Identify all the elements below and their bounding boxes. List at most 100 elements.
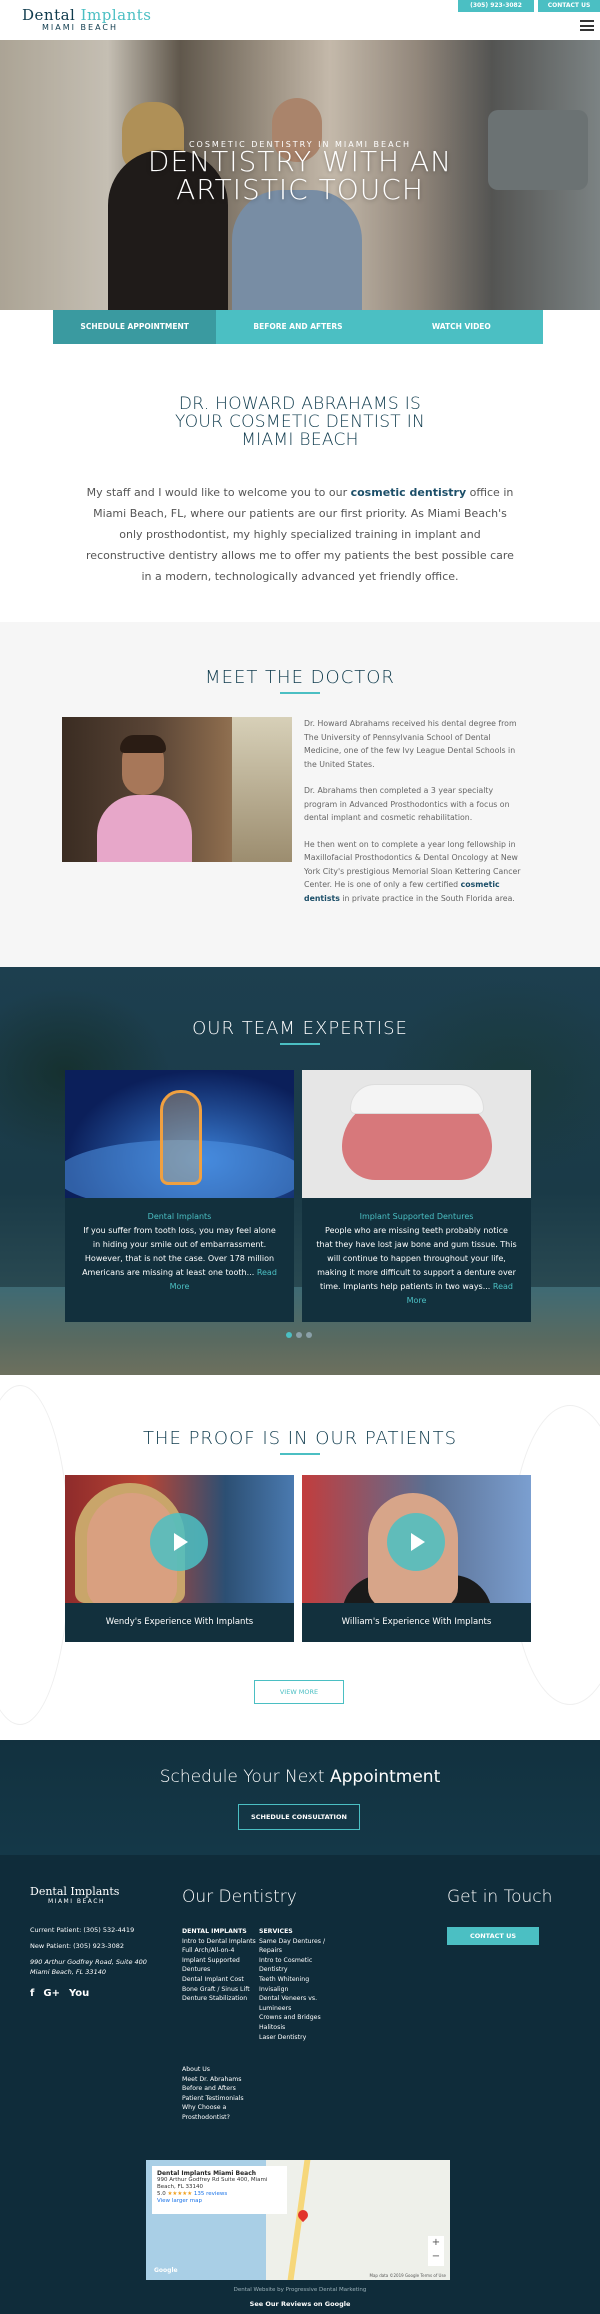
expertise-card-implant-dentures[interactable]: Implant Supported Dentures People who ar… bbox=[302, 1070, 531, 1322]
footer-link[interactable]: Full Arch/All-on-4 bbox=[182, 1946, 257, 1956]
map-rating: 5.0 ★★★★★ 135 reviews bbox=[157, 2191, 282, 2198]
hero-button-bar: SCHEDULE APPOINTMENT BEFORE AND AFTERS W… bbox=[53, 310, 543, 344]
hero-title: DENTISTRY WITH AN ARTISTIC TOUCH bbox=[0, 148, 600, 204]
footer-link[interactable]: Crowns and Bridges bbox=[259, 2013, 334, 2023]
footer-link[interactable]: Laser Dentistry bbox=[259, 2033, 334, 2043]
schedule-appointment-button[interactable]: SCHEDULE APPOINTMENT bbox=[53, 310, 217, 344]
footer-link[interactable]: Same Day Dentures / Repairs bbox=[259, 1937, 334, 1956]
footer-link[interactable]: Halitosis bbox=[259, 2023, 334, 2033]
doctor-photo bbox=[62, 717, 292, 862]
title-divider bbox=[280, 1453, 320, 1455]
footer-contact-info: Current Patient: (305) 532-4419 New Pati… bbox=[30, 1925, 150, 1983]
website-credit[interactable]: Dental Website by Progressive Dental Mar… bbox=[0, 2287, 600, 2293]
about-links: About Us Meet Dr. Abrahams Before and Af… bbox=[182, 2065, 262, 2123]
carousel-dot[interactable] bbox=[296, 1332, 302, 1338]
logo-word-dental: Dental bbox=[22, 6, 76, 24]
map-info-box: Dental Implants Miami Beach 990 Arthur G… bbox=[152, 2166, 287, 2214]
footer-contact-button[interactable]: CONTACT US bbox=[447, 1927, 539, 1945]
site-logo[interactable]: Dental Implants MIAMI BEACH bbox=[22, 6, 152, 32]
meet-title: MEET THE DOCTOR bbox=[205, 667, 395, 688]
address-line1: 990 Arthur Godfrey Road, Suite 400 bbox=[30, 1958, 147, 1966]
google-logo: Google bbox=[154, 2267, 178, 2274]
footer-link[interactable]: Teeth Whitening bbox=[259, 1975, 334, 1985]
footer-link[interactable]: Before and Afters bbox=[182, 2084, 262, 2094]
footer-link[interactable]: Invisalign bbox=[259, 1985, 334, 1995]
footer-link[interactable]: Implant Supported Dentures bbox=[182, 1956, 257, 1975]
doctor-bio: Dr. Howard Abrahams received his dental … bbox=[304, 717, 524, 918]
intro-title-line3: MIAMI BEACH bbox=[241, 430, 359, 450]
dental-implants-heading[interactable]: DENTAL IMPLANTS bbox=[182, 1927, 257, 1937]
google-reviews-link[interactable]: See Our Reviews on Google bbox=[0, 2300, 600, 2308]
map-rating-value: 5.0 bbox=[157, 2191, 166, 2197]
footer-link[interactable]: Intro to Dental Implants bbox=[182, 1937, 257, 1947]
footer-link[interactable]: Dental Implant Cost bbox=[182, 1975, 257, 1985]
map-place-name: Dental Implants Miami Beach bbox=[157, 2170, 257, 2177]
carousel-dot[interactable] bbox=[286, 1332, 292, 1338]
window-shape bbox=[232, 717, 292, 862]
card-title: Dental Implants bbox=[147, 1212, 212, 1221]
cosmetic-dentistry-link[interactable]: cosmetic dentistry bbox=[351, 486, 467, 499]
contact-button[interactable]: CONTACT US bbox=[538, 0, 600, 12]
current-patient-phone[interactable]: Current Patient: (305) 532-4419 bbox=[30, 1925, 150, 1935]
view-larger-map-link[interactable]: View larger map bbox=[157, 2198, 282, 2205]
footer-link[interactable]: Meet Dr. Abrahams bbox=[182, 2075, 262, 2085]
carousel-dot[interactable] bbox=[306, 1332, 312, 1338]
video-card-william[interactable]: William's Experience With Implants bbox=[302, 1475, 531, 1642]
schedule-consultation-button[interactable]: SCHEDULE CONSULTATION bbox=[238, 1804, 360, 1830]
map-reviews-link[interactable]: 135 reviews bbox=[194, 2191, 227, 2197]
youtube-icon[interactable]: You bbox=[69, 1988, 89, 1999]
watch-video-button[interactable]: WATCH VIDEO bbox=[379, 310, 543, 344]
menu-icon[interactable] bbox=[580, 20, 594, 31]
google-plus-icon[interactable]: G+ bbox=[43, 1988, 60, 1999]
phone-button[interactable]: (305) 923-3082 bbox=[458, 0, 534, 12]
carousel-dots bbox=[286, 1332, 312, 1338]
play-icon[interactable] bbox=[150, 1513, 208, 1571]
footer-link[interactable]: Why Choose a Prosthodontist? bbox=[182, 2103, 262, 2122]
hero-title-line2: ARTISTIC TOUCH bbox=[176, 173, 424, 206]
footer-address: 990 Arthur Godfrey Road, Suite 400 Miami … bbox=[30, 1957, 150, 1977]
footer-link[interactable]: Dental Veneers vs. Lumineers bbox=[259, 1994, 334, 2013]
hero-title-line1: DENTISTRY WITH AN bbox=[147, 145, 453, 178]
footer-link[interactable]: Intro to Cosmetic Dentistry bbox=[259, 1956, 334, 1975]
new-patient-phone[interactable]: New Patient: (305) 923-3082 bbox=[30, 1941, 150, 1951]
video-label: William's Experience With Implants bbox=[341, 1617, 492, 1627]
hero-banner: COSMETIC DENTISTRY IN MIAMI BEACH DENTIS… bbox=[0, 40, 600, 310]
denture-teeth-shape bbox=[350, 1084, 484, 1114]
footer-logo[interactable]: Dental Implants MIAMI BEACH bbox=[30, 1885, 119, 1905]
intro-text-b: office in Miami Beach, FL, where our pat… bbox=[86, 486, 514, 583]
footer-link[interactable]: Bone Graft / Sinus Lift bbox=[182, 1985, 257, 1995]
page: Dental Implants MIAMI BEACH (305) 923-30… bbox=[0, 0, 600, 2314]
card-title: Implant Supported Dentures bbox=[359, 1212, 474, 1221]
doctor-hair-shape bbox=[120, 735, 166, 753]
intro-title-line2: YOUR COSMETIC DENTIST IN bbox=[174, 412, 426, 432]
doctor-shirt-shape bbox=[97, 795, 192, 862]
video-card-wendy[interactable]: Wendy's Experience With Implants bbox=[65, 1475, 294, 1642]
our-dentistry-heading: Our Dentistry bbox=[182, 1887, 297, 1907]
expertise-card-dental-implants[interactable]: Dental Implants If you suffer from tooth… bbox=[65, 1070, 294, 1322]
schedule-title-a: Schedule Your Next bbox=[159, 1767, 325, 1787]
footer-link[interactable]: About Us bbox=[182, 2065, 262, 2075]
services-heading[interactable]: SERVICES bbox=[259, 1927, 334, 1937]
logo-title: Dental Implants bbox=[22, 6, 152, 24]
video-label: Wendy's Experience With Implants bbox=[105, 1617, 254, 1627]
map-zoom-control[interactable]: + − bbox=[428, 2236, 444, 2266]
schedule-title-b: Appointment bbox=[330, 1767, 441, 1787]
social-links: f G+ You bbox=[30, 1988, 89, 1999]
play-icon[interactable] bbox=[387, 1513, 445, 1571]
view-more-button[interactable]: VIEW MORE bbox=[254, 1680, 344, 1704]
dental-implant-image bbox=[65, 1070, 294, 1198]
before-and-afters-button[interactable]: BEFORE AND AFTERS bbox=[216, 310, 380, 344]
testimonials-section: THE PROOF IS IN OUR PATIENTS Wendy's Exp… bbox=[0, 1375, 600, 1740]
address-line2: Miami Beach, FL 33140 bbox=[30, 1968, 106, 1976]
google-map[interactable]: Dental Implants Miami Beach 990 Arthur G… bbox=[146, 2160, 450, 2280]
video-thumbnail bbox=[65, 1475, 294, 1603]
bio-paragraph-3: He then went on to complete a year long … bbox=[304, 838, 524, 906]
intro-title-line1: DR. HOWARD ABRAHAMS IS bbox=[178, 394, 422, 414]
video-thumbnail bbox=[302, 1475, 531, 1603]
bio-paragraph-2: Dr. Abrahams then completed a 3 year spe… bbox=[304, 786, 510, 822]
footer-link[interactable]: Patient Testimonials bbox=[182, 2094, 262, 2104]
footer-link[interactable]: Denture Stabilization bbox=[182, 1994, 257, 2004]
footer-logo-title: Dental Implants bbox=[30, 1885, 120, 1898]
facebook-icon[interactable]: f bbox=[30, 1988, 34, 1999]
star-icons: ★★★★★ bbox=[167, 2191, 193, 2197]
